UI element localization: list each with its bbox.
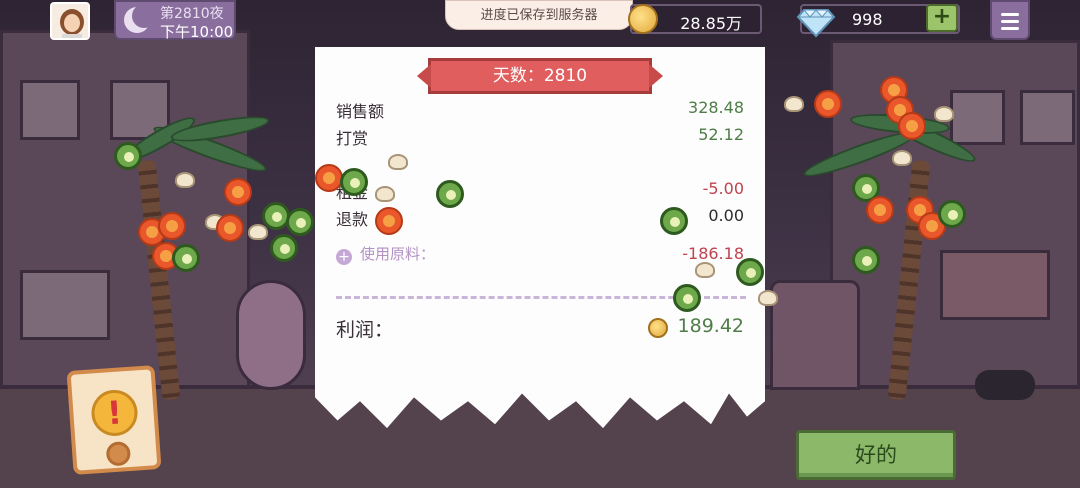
garlic-icon	[892, 150, 912, 166]
building-window	[20, 80, 80, 140]
hamburger-icon	[1001, 27, 1019, 30]
night-time-panel: 第2810夜 下午10:00	[114, 0, 236, 41]
garlic-icon	[248, 224, 268, 240]
tomato-slice-icon	[375, 207, 403, 235]
tomato-slice-icon	[224, 178, 252, 206]
tomato-slice-icon	[814, 90, 842, 118]
badge-icon	[105, 440, 132, 467]
materials-label: 使用原料：	[360, 245, 436, 263]
pepper-slice-icon	[660, 207, 688, 235]
hamburger-icon	[1001, 20, 1019, 23]
coin-balance: 28.85万	[628, 4, 762, 34]
shop-awning	[940, 250, 1050, 320]
add-gems-button[interactable]: +	[926, 4, 958, 32]
tips-value: 52.12	[698, 125, 744, 144]
tomato-slice-icon	[898, 112, 926, 140]
garlic-icon	[695, 262, 715, 278]
pepper-slice-icon	[340, 168, 368, 196]
pepper-slice-icon	[172, 244, 200, 272]
garlic-icon	[758, 290, 778, 306]
day-ribbon-title: 天数：2810	[417, 58, 663, 94]
cake-stall	[770, 280, 860, 390]
hamburger-icon	[1001, 13, 1019, 16]
exclamation-icon: !	[89, 388, 140, 438]
tomato-slice-icon	[315, 164, 343, 192]
pepper-slice-icon	[114, 142, 142, 170]
building-window	[950, 90, 1005, 145]
pepper-slice-icon	[673, 284, 701, 312]
coin-icon	[628, 4, 658, 34]
alert-card-button[interactable]: !	[66, 365, 162, 475]
garlic-icon	[175, 172, 195, 188]
pepper-slice-icon	[286, 208, 314, 236]
sleeping-cat	[975, 370, 1035, 400]
diamond-icon	[796, 9, 836, 38]
plus-circle-icon: +	[336, 249, 352, 265]
clock-time: 下午10:00	[160, 23, 234, 41]
coin-amount: 28.85万	[680, 14, 742, 33]
pepper-slice-icon	[436, 180, 464, 208]
refund-value: 0.00	[708, 206, 744, 225]
pepper-slice-icon	[852, 246, 880, 274]
rent-value: -5.00	[702, 179, 744, 198]
coin-icon	[648, 318, 668, 338]
garlic-icon	[784, 96, 804, 112]
profit-label: 利润：	[336, 319, 394, 341]
building-window	[20, 270, 110, 340]
player-avatar[interactable]	[50, 2, 90, 40]
materials-expand[interactable]: + 使用原料：	[336, 243, 435, 265]
night-counter: 第2810夜	[160, 6, 224, 22]
tomato-slice-icon	[216, 214, 244, 242]
tomato-slice-icon	[158, 212, 186, 240]
refund-label: 退款	[336, 210, 369, 229]
garlic-icon	[934, 106, 954, 122]
moon-icon	[124, 4, 156, 33]
materials-value: -186.18	[682, 244, 744, 263]
profit-value: 189.42	[677, 315, 744, 337]
garlic-icon	[388, 154, 408, 170]
save-toast: 进度已保存到服务器	[445, 0, 633, 30]
avatar-portrait-icon	[52, 4, 88, 38]
pepper-slice-icon	[938, 200, 966, 228]
sales-label: 销售额	[336, 102, 385, 121]
inflatable-ring-stack	[236, 280, 306, 390]
pepper-slice-icon	[270, 234, 298, 262]
tips-label: 打赏	[336, 129, 369, 148]
garlic-icon	[375, 186, 395, 202]
building-window	[1020, 90, 1075, 145]
gem-amount: 998	[852, 10, 883, 29]
tomato-slice-icon	[866, 196, 894, 224]
sales-value: 328.48	[688, 98, 744, 117]
ok-button[interactable]: 好的	[796, 430, 956, 480]
pepper-slice-icon	[736, 258, 764, 286]
menu-button[interactable]	[990, 0, 1030, 40]
